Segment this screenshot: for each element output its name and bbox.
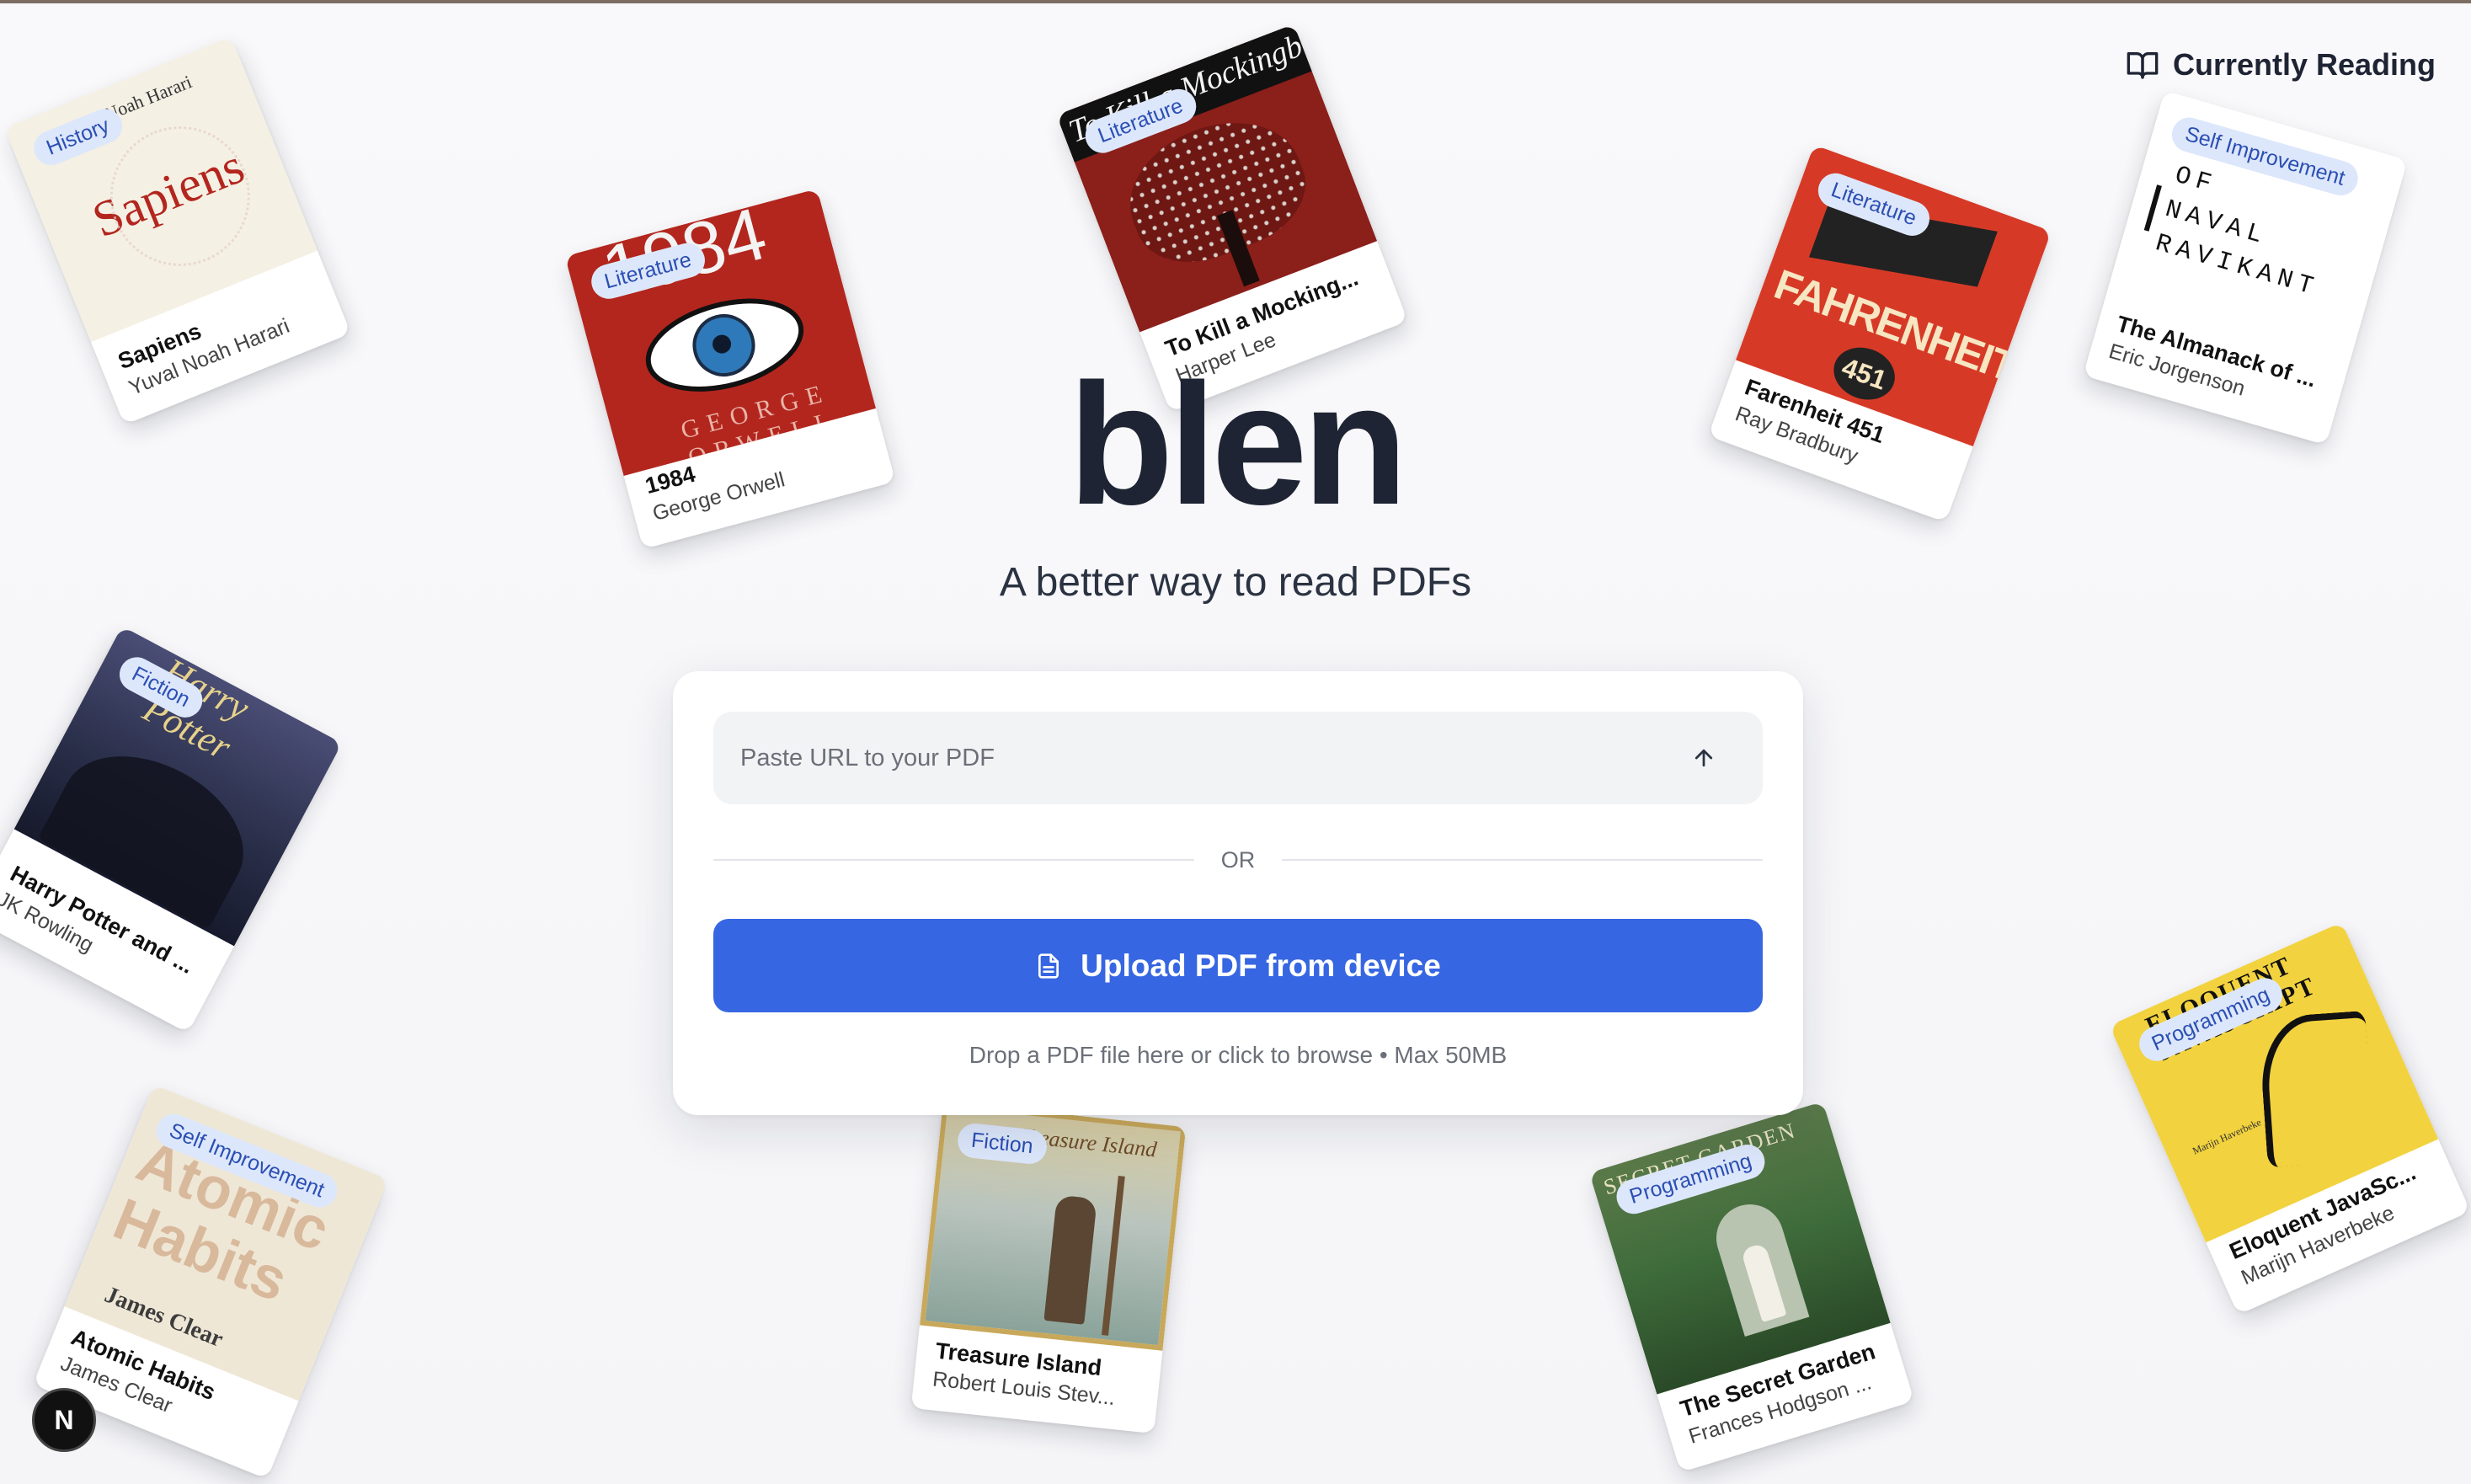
book-open-icon	[2127, 52, 2159, 79]
url-input-box	[713, 712, 1763, 804]
pdf-url-input[interactable]	[713, 712, 1678, 804]
or-divider: OR	[713, 843, 1763, 877]
divider-line-right	[1282, 859, 1763, 861]
top-border	[0, 0, 2471, 3]
currently-reading-label: Currently Reading	[2172, 47, 2436, 82]
cover-bar	[2143, 184, 2162, 232]
currently-reading-link[interactable]: Currently Reading	[2126, 47, 2436, 83]
badge-label: N	[54, 1404, 74, 1435]
book-card-secret-garden[interactable]: SECRET GARDEN Programming The Secret Gar…	[1588, 1101, 1915, 1473]
ship-graphic	[1101, 1176, 1125, 1336]
divider-text: OR	[1220, 846, 1256, 873]
figure-graphic	[1043, 1194, 1097, 1325]
page: Currently Reading Yuval Noah Harari Sapi…	[0, 0, 2471, 1484]
divider-line-left	[713, 859, 1194, 861]
book-card-harry-potter[interactable]: Harry Potter Fiction Harry Potter and ..…	[0, 626, 343, 1033]
upload-button-label: Upload PDF from device	[1081, 948, 1441, 983]
upload-hint: Drop a PDF file here or click to browse …	[969, 1042, 1508, 1068]
file-text-icon	[1038, 953, 1059, 979]
book-card-treasure-island[interactable]: Treasure Island Fiction Treasure Island …	[910, 1101, 1187, 1434]
tagline: A better way to read PDFs	[999, 560, 1472, 605]
upload-pdf-button[interactable]: Upload PDF from device	[713, 919, 1763, 1012]
upload-card: OR Upload PDF from device Drop a PDF fil…	[673, 671, 1803, 1115]
bird-graphic	[2257, 1010, 2376, 1168]
arrow-up-icon	[1694, 749, 1713, 767]
nextjs-dev-badge[interactable]: N	[32, 1388, 96, 1452]
cover-author-text: Marijn Haverbeke	[2191, 1116, 2263, 1157]
book-card-eloquent-js[interactable]: ELOQUENT JAVASCRIPT Marijn Haverbeke Pro…	[2109, 921, 2471, 1316]
app-logo: blen	[1068, 348, 1407, 541]
submit-url-button[interactable]	[1678, 733, 1729, 783]
